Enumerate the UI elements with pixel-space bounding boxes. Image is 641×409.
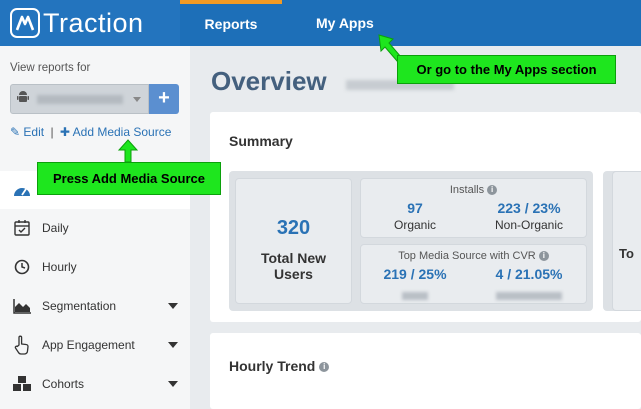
edit-icon: ✎ xyxy=(10,125,21,139)
sidebar-item-daily[interactable]: Daily xyxy=(0,209,190,247)
sidebar-item-label: App Engagement xyxy=(42,338,135,352)
sidebar-item-cohorts[interactable]: Cohorts xyxy=(0,365,190,403)
add-app-button[interactable]: + xyxy=(149,84,179,114)
brand[interactable]: Traction xyxy=(0,0,180,46)
info-icon[interactable]: i xyxy=(319,362,330,373)
top-media-2-name xyxy=(496,292,562,300)
summary-stats-panel: 320 Total New Users Installs i 97 Organi… xyxy=(229,171,593,311)
summary-right-panel: To xyxy=(603,171,641,311)
separator: | xyxy=(50,125,54,139)
non-organic-stat: 223 / 23% Non-Organic xyxy=(471,200,587,232)
edit-label: Edit xyxy=(23,125,45,139)
hand-pointer-icon xyxy=(11,334,33,356)
installs-box: Installs i 97 Organic 223 / 23% Non-Orga… xyxy=(360,178,587,238)
non-organic-label: Non-Organic xyxy=(494,218,564,232)
top-media-2-value: 4 / 21.05% xyxy=(495,266,563,282)
installs-header: Installs i xyxy=(361,184,586,196)
dashboard-icon xyxy=(11,179,33,201)
callout-arrow-icon xyxy=(117,139,139,163)
total-new-users-value: 320 xyxy=(276,217,311,239)
plus-icon: + xyxy=(158,87,170,109)
sidebar-item-segmentation[interactable]: Segmentation xyxy=(0,287,190,325)
sidebar: View reports for + ✎ Edit | ✚ Add Media … xyxy=(0,46,190,409)
top-media-source-box: Top Media Source with CVR i 219 / 25% 4 … xyxy=(360,244,587,304)
page-title: Overview xyxy=(211,66,327,96)
sidebar-item-label: Hourly xyxy=(42,260,77,274)
android-icon xyxy=(17,90,29,109)
tab-my-apps[interactable]: My Apps xyxy=(316,0,374,46)
info-icon[interactable]: i xyxy=(487,185,498,196)
edit-link[interactable]: ✎ Edit xyxy=(10,125,47,139)
traction-logo-icon xyxy=(10,8,40,38)
sidebar-item-label: Cohorts xyxy=(42,377,85,391)
summary-card: Summary 320 Total New Users Installs i 9… xyxy=(210,112,641,322)
chevron-down-icon xyxy=(168,342,178,348)
non-organic-value: 223 / 23% xyxy=(497,200,561,216)
tab-reports[interactable]: Reports xyxy=(180,0,282,46)
top-media-1-stat: 219 / 25% xyxy=(361,266,469,305)
clock-icon xyxy=(11,256,33,278)
right-box-label-partial: To xyxy=(619,246,634,261)
organic-stat: 97 Organic xyxy=(361,200,469,232)
top-media-header: Top Media Source with CVR i xyxy=(361,250,586,262)
sidebar-item-hourly[interactable]: Hourly xyxy=(0,248,190,286)
summary-title: Summary xyxy=(229,133,293,149)
installs-label: Installs xyxy=(449,184,485,196)
total-new-users-box: 320 Total New Users xyxy=(235,178,352,304)
sidebar-item-app-engagement[interactable]: App Engagement xyxy=(0,326,190,364)
plus-icon: ✚ xyxy=(59,125,70,139)
brand-name: Traction xyxy=(43,7,144,38)
top-media-1-value: 219 / 25% xyxy=(383,266,447,282)
chevron-down-icon xyxy=(133,96,141,102)
chevron-down-icon xyxy=(168,303,178,309)
info-icon[interactable]: i xyxy=(538,251,549,262)
callout-my-apps: Or go to the My Apps section xyxy=(397,55,616,84)
chevron-down-icon xyxy=(168,381,178,387)
app-selector[interactable] xyxy=(10,84,149,114)
organic-label: Organic xyxy=(393,218,437,232)
add-media-source-link[interactable]: ✚ Add Media Source xyxy=(57,125,172,139)
area-chart-icon xyxy=(11,295,33,317)
summary-right-box: To xyxy=(612,171,641,311)
cubes-icon xyxy=(11,373,33,395)
hourly-trend-card: Hourly Trend i xyxy=(210,333,641,409)
top-navigation-bar: Traction Reports My Apps xyxy=(0,0,641,46)
calendar-icon xyxy=(11,217,33,239)
sidebar-actions: ✎ Edit | ✚ Add Media Source xyxy=(10,125,171,139)
view-reports-label: View reports for xyxy=(10,62,91,74)
total-new-users-label: Total New Users xyxy=(260,250,327,282)
hourly-trend-title: Hourly Trend xyxy=(229,358,316,374)
sidebar-item-label: Segmentation xyxy=(42,299,117,313)
sidebar-item-label: Daily xyxy=(42,221,69,235)
callout-add-media-source: Press Add Media Source xyxy=(37,162,221,195)
hourly-trend-header: Hourly Trend i xyxy=(229,358,330,374)
top-media-1-name xyxy=(402,292,428,300)
top-media-label: Top Media Source with CVR xyxy=(398,250,536,262)
add-media-source-label: Add Media Source xyxy=(72,125,172,139)
organic-value: 97 xyxy=(407,200,423,216)
selected-app-name xyxy=(37,94,123,104)
top-media-2-stat: 4 / 21.05% xyxy=(471,266,587,305)
